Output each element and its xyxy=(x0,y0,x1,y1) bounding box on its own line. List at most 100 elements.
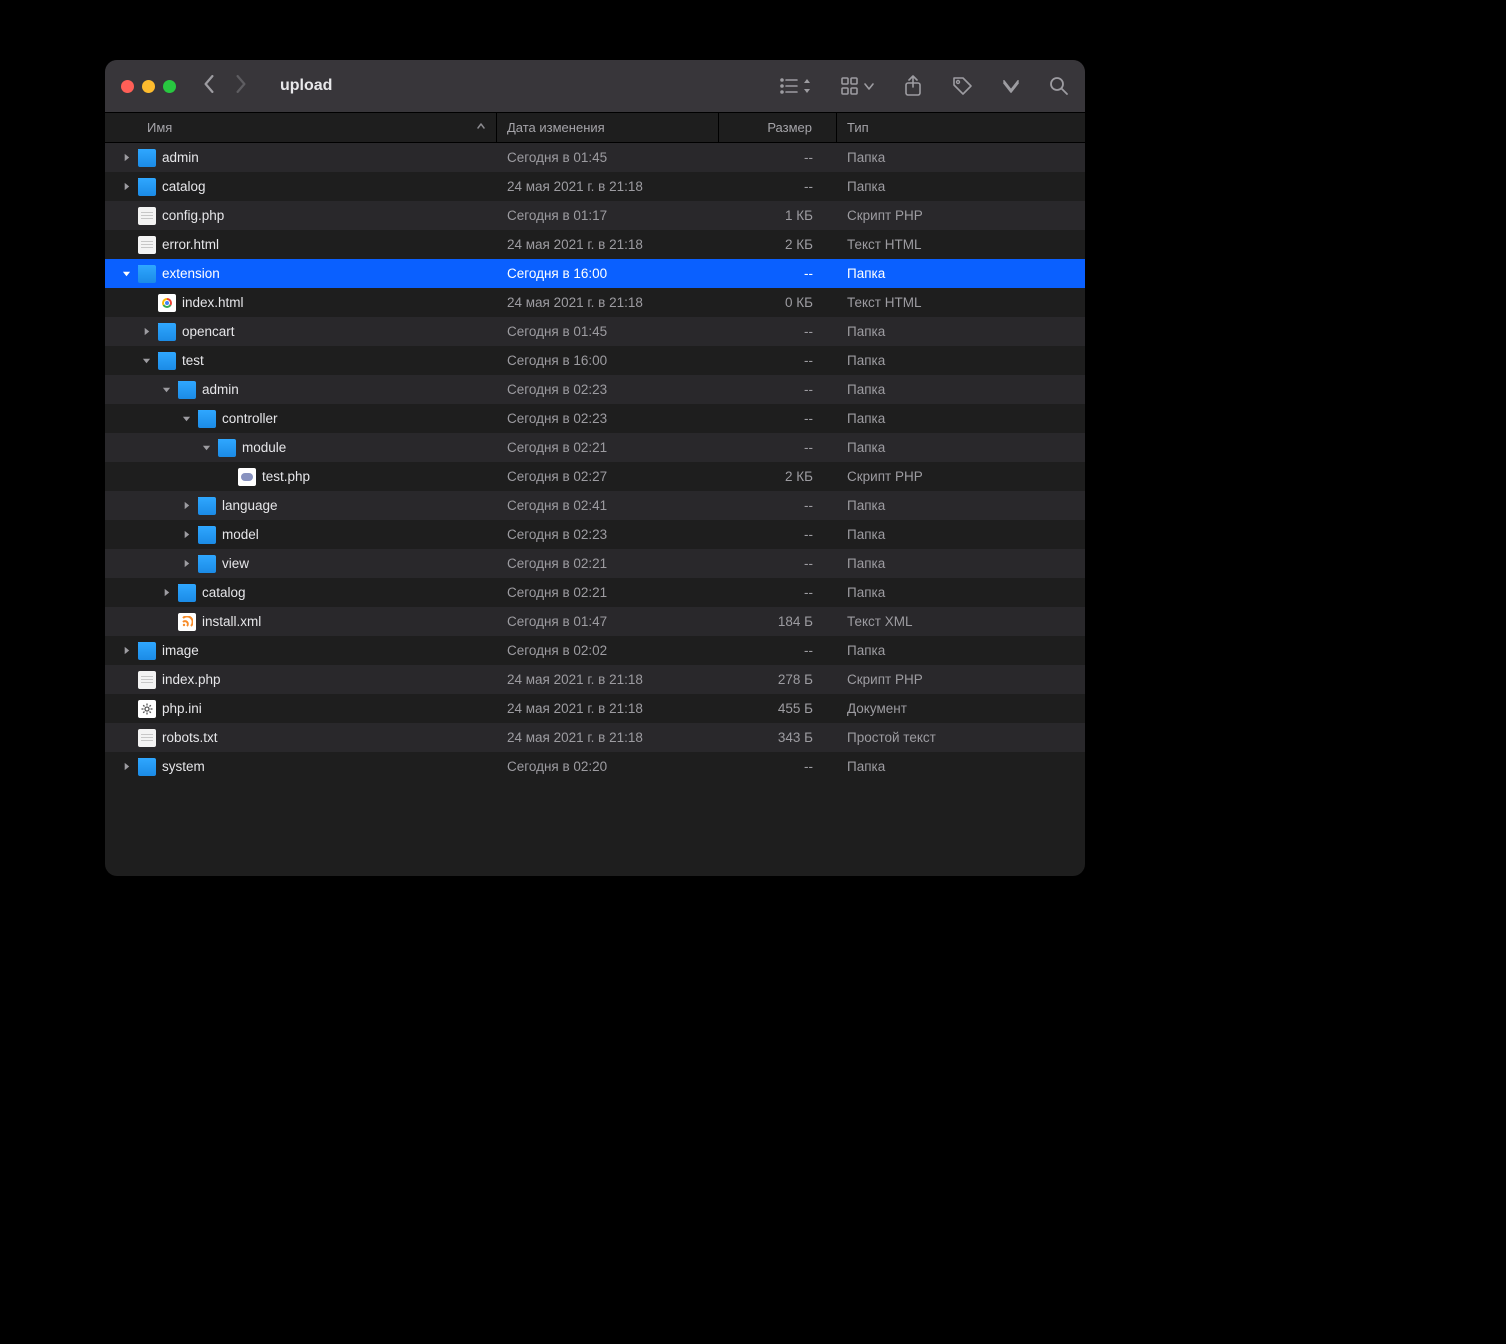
file-name-cell: admin xyxy=(105,149,497,167)
file-row[interactable]: opencartСегодня в 01:45--Папка xyxy=(105,317,1085,346)
file-modified-cell: Сегодня в 16:00 xyxy=(497,266,719,281)
file-row[interactable]: index.php24 мая 2021 г. в 21:18278 БСкри… xyxy=(105,665,1085,694)
folder-icon xyxy=(178,584,196,602)
share-button[interactable] xyxy=(903,75,923,97)
zoom-window-button[interactable] xyxy=(163,80,176,93)
folder-icon xyxy=(178,381,196,399)
file-name-cell: error.html xyxy=(105,236,497,254)
nav-back-button[interactable] xyxy=(202,75,216,98)
column-header-type[interactable]: Тип xyxy=(837,113,1085,142)
disclosure-triangle[interactable] xyxy=(161,384,172,395)
nav-arrows xyxy=(202,75,248,98)
file-row[interactable]: adminСегодня в 02:23--Папка xyxy=(105,375,1085,404)
file-name-label: view xyxy=(222,556,249,571)
file-type-cell: Папка xyxy=(837,411,1085,426)
file-name-cell: test.php xyxy=(105,468,497,486)
disclosure-triangle[interactable] xyxy=(201,442,212,453)
file-row[interactable]: config.phpСегодня в 01:171 КБСкрипт PHP xyxy=(105,201,1085,230)
file-row[interactable]: catalog24 мая 2021 г. в 21:18--Папка xyxy=(105,172,1085,201)
file-size-cell: -- xyxy=(719,585,837,600)
file-row[interactable]: test.phpСегодня в 02:272 КБСкрипт PHP xyxy=(105,462,1085,491)
file-row[interactable]: error.html24 мая 2021 г. в 21:182 КБТекс… xyxy=(105,230,1085,259)
disclosure-triangle[interactable] xyxy=(121,181,132,192)
file-type-cell: Папка xyxy=(837,382,1085,397)
more-actions-button[interactable] xyxy=(1001,78,1021,94)
file-name-cell: opencart xyxy=(105,323,497,341)
file-name-cell: view xyxy=(105,555,497,573)
file-row[interactable]: catalogСегодня в 02:21--Папка xyxy=(105,578,1085,607)
file-size-cell: -- xyxy=(719,440,837,455)
file-name-cell: model xyxy=(105,526,497,544)
file-row[interactable]: php.ini24 мая 2021 г. в 21:18455 БДокуме… xyxy=(105,694,1085,723)
column-header-type-label: Тип xyxy=(847,120,869,135)
file-size-cell: 455 Б xyxy=(719,701,837,716)
file-size-cell: -- xyxy=(719,556,837,571)
disclosure-triangle[interactable] xyxy=(181,529,192,540)
file-type-cell: Папка xyxy=(837,585,1085,600)
chrome-html-icon xyxy=(158,294,176,312)
close-window-button[interactable] xyxy=(121,80,134,93)
disclosure-triangle[interactable] xyxy=(121,645,132,656)
file-modified-cell: Сегодня в 02:02 xyxy=(497,643,719,658)
file-row[interactable]: extensionСегодня в 16:00--Папка xyxy=(105,259,1085,288)
file-name-label: catalog xyxy=(162,179,206,194)
file-name-cell: catalog xyxy=(105,178,497,196)
group-by-button[interactable] xyxy=(841,76,875,96)
file-modified-cell: Сегодня в 02:41 xyxy=(497,498,719,513)
disclosure-triangle[interactable] xyxy=(141,355,152,366)
disclosure-triangle[interactable] xyxy=(161,587,172,598)
disclosure-triangle[interactable] xyxy=(181,413,192,424)
column-header-size[interactable]: Размер xyxy=(719,113,837,142)
file-size-cell: 343 Б xyxy=(719,730,837,745)
file-row[interactable]: robots.txt24 мая 2021 г. в 21:18343 БПро… xyxy=(105,723,1085,752)
file-modified-cell: 24 мая 2021 г. в 21:18 xyxy=(497,701,719,716)
file-size-cell: 2 КБ xyxy=(719,237,837,252)
file-name-label: catalog xyxy=(202,585,246,600)
file-row[interactable]: testСегодня в 16:00--Папка xyxy=(105,346,1085,375)
folder-icon xyxy=(198,497,216,515)
file-list[interactable]: adminСегодня в 01:45--Папкаcatalog24 мая… xyxy=(105,143,1085,876)
file-row[interactable]: index.html24 мая 2021 г. в 21:180 КБТекс… xyxy=(105,288,1085,317)
file-name-label: image xyxy=(162,643,199,658)
disclosure-triangle[interactable] xyxy=(121,152,132,163)
file-size-cell: -- xyxy=(719,527,837,542)
disclosure-triangle[interactable] xyxy=(121,268,132,279)
disclosure-triangle[interactable] xyxy=(181,500,192,511)
column-header-modified[interactable]: Дата изменения xyxy=(497,113,719,142)
folder-icon xyxy=(198,555,216,573)
file-row[interactable]: moduleСегодня в 02:21--Папка xyxy=(105,433,1085,462)
column-header-size-label: Размер xyxy=(767,120,812,135)
view-list-button[interactable] xyxy=(779,76,813,96)
tags-button[interactable] xyxy=(951,75,973,97)
nav-forward-button[interactable] xyxy=(234,75,248,98)
file-name-cell: install.xml xyxy=(105,613,497,631)
file-row[interactable]: systemСегодня в 02:20--Папка xyxy=(105,752,1085,781)
sort-indicator-icon xyxy=(476,121,486,134)
search-button[interactable] xyxy=(1049,76,1069,96)
file-size-cell: -- xyxy=(719,382,837,397)
folder-icon xyxy=(158,323,176,341)
php-file-icon xyxy=(238,468,256,486)
file-name-label: admin xyxy=(202,382,239,397)
file-name-cell: robots.txt xyxy=(105,729,497,747)
file-row[interactable]: controllerСегодня в 02:23--Папка xyxy=(105,404,1085,433)
file-row[interactable]: imageСегодня в 02:02--Папка xyxy=(105,636,1085,665)
minimize-window-button[interactable] xyxy=(142,80,155,93)
file-name-cell: test xyxy=(105,352,497,370)
file-type-cell: Текст HTML xyxy=(837,295,1085,310)
file-row[interactable]: viewСегодня в 02:21--Папка xyxy=(105,549,1085,578)
disclosure-triangle[interactable] xyxy=(121,761,132,772)
file-row[interactable]: modelСегодня в 02:23--Папка xyxy=(105,520,1085,549)
disclosure-triangle[interactable] xyxy=(141,326,152,337)
file-type-cell: Текст HTML xyxy=(837,237,1085,252)
file-row[interactable]: adminСегодня в 01:45--Папка xyxy=(105,143,1085,172)
file-row[interactable]: languageСегодня в 02:41--Папка xyxy=(105,491,1085,520)
file-name-label: module xyxy=(242,440,286,455)
file-name-cell: module xyxy=(105,439,497,457)
disclosure-triangle[interactable] xyxy=(181,558,192,569)
column-header-name[interactable]: Имя xyxy=(105,113,497,142)
file-row[interactable]: install.xmlСегодня в 01:47184 БТекст XML xyxy=(105,607,1085,636)
file-name-label: system xyxy=(162,759,205,774)
folder-icon xyxy=(138,178,156,196)
finder-window: upload xyxy=(105,60,1085,876)
